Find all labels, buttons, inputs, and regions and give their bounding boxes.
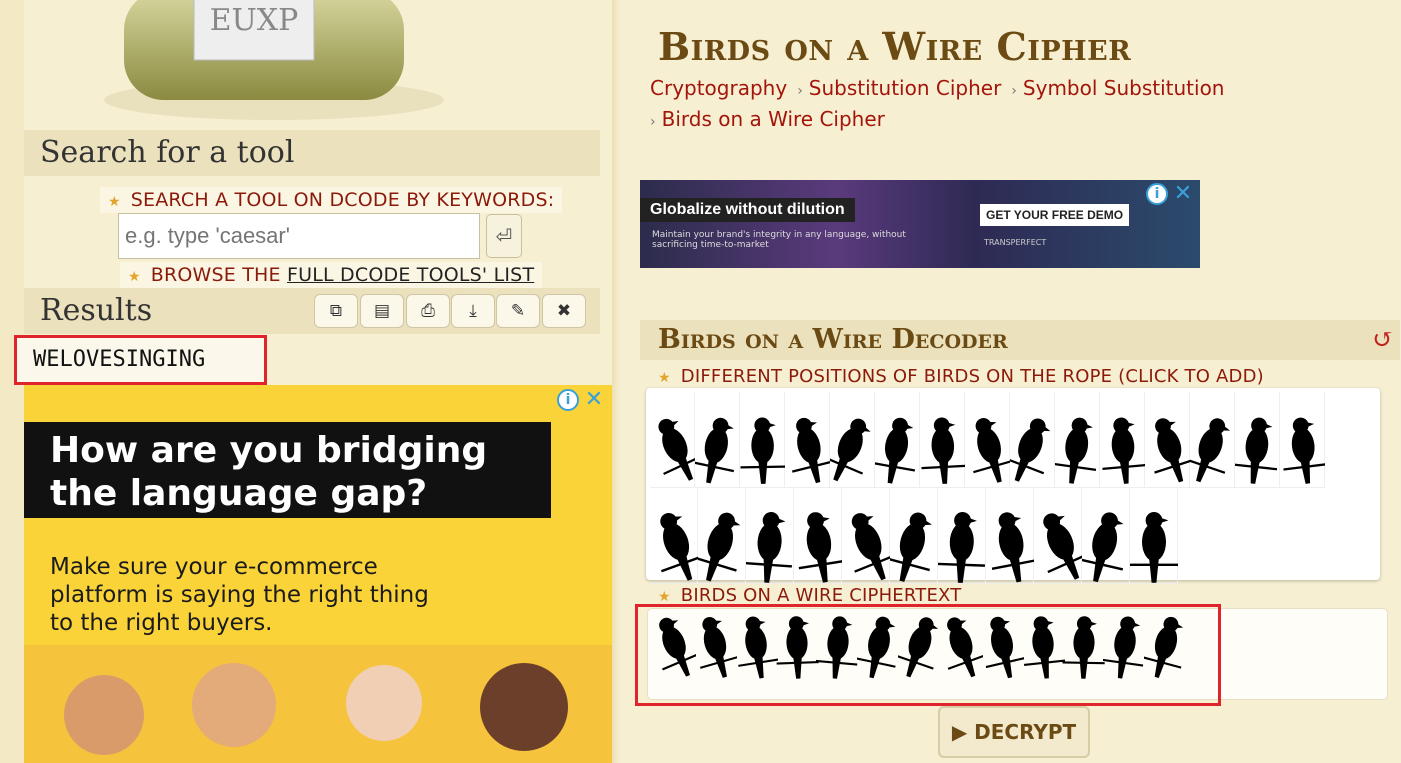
- ciphertext-highlight: [635, 604, 1221, 706]
- star-icon: ★: [658, 370, 671, 386]
- print-button[interactable]: ⎙: [406, 294, 450, 328]
- star-icon: ★: [128, 269, 141, 285]
- bird-symbol-option[interactable]: [986, 488, 1034, 584]
- pin-icon: ✎: [510, 301, 526, 321]
- bird-symbol-option[interactable]: [698, 488, 746, 584]
- decoder-title: Birds on a Wire Decoder ↺: [640, 320, 1400, 360]
- reset-icon[interactable]: ↺: [1372, 320, 1394, 360]
- ad-info-icon[interactable]: i: [557, 389, 579, 411]
- download-button[interactable]: ⤓: [451, 294, 495, 328]
- ad-top-subtext: Maintain your brand's integrity in any l…: [652, 230, 906, 250]
- star-icon: ★: [658, 589, 671, 605]
- ad-people-image: [24, 645, 612, 763]
- download-icon: ⤓: [469, 301, 477, 321]
- ad-banner-left[interactable]: i ✕ How are you bridging the language ga…: [24, 385, 612, 763]
- ad-top-cta[interactable]: GET YOUR FREE DEMO: [980, 204, 1130, 226]
- copy-icon: ⧉: [329, 301, 343, 321]
- bird-palette: [646, 388, 1380, 580]
- cryptex-logo: EUXP: [104, 0, 444, 120]
- bird-symbol-option[interactable]: [1190, 392, 1235, 488]
- left-sidebar: EUXP Search for a tool ★ SEARCH A TOOL ON…: [14, 0, 612, 763]
- search-submit-button[interactable]: ⏎: [486, 214, 522, 258]
- bird-symbol-option[interactable]: [1010, 392, 1055, 488]
- bird-symbol-option[interactable]: [875, 392, 920, 488]
- star-icon: ★: [108, 194, 121, 210]
- search-label: ★ SEARCH A TOOL ON DCODE BY KEYWORDS:: [100, 187, 563, 213]
- bird-symbol-option[interactable]: [1235, 392, 1280, 488]
- search-section-title: Search for a tool: [24, 130, 600, 176]
- result-output: WELOVESINGING: [14, 335, 267, 385]
- pin-button[interactable]: ✎: [496, 294, 540, 328]
- ad-headline: How are you bridging the language gap?: [24, 422, 551, 518]
- ad-top-brand: TRANSPERFECT: [984, 238, 1047, 247]
- bird-symbol-option[interactable]: [920, 392, 965, 488]
- breadcrumb-item-birds[interactable]: Birds on a Wire Cipher: [662, 107, 885, 131]
- breadcrumb: Cryptography › Substitution Cipher › Symbol …: [650, 76, 1225, 100]
- ad-close-icon[interactable]: ✕: [1172, 183, 1194, 205]
- bird-symbol-option[interactable]: [1100, 392, 1145, 488]
- print-preview-button[interactable]: ▤: [360, 294, 404, 328]
- bird-symbol-option[interactable]: [740, 392, 785, 488]
- browse-label: ★ BROWSE THE FULL DCODE TOOLS' LIST: [120, 262, 543, 288]
- copy-button[interactable]: ⧉: [314, 294, 358, 328]
- ad-banner-top[interactable]: Globalize without dilution Maintain your…: [640, 180, 1200, 268]
- bird-symbol-option[interactable]: [794, 488, 842, 584]
- bird-symbol-option[interactable]: [938, 488, 986, 584]
- full-tools-list-link[interactable]: FULL DCODE TOOLS' LIST: [287, 264, 534, 286]
- ad-body: Make sure your e-commerce platform is sa…: [50, 554, 429, 636]
- bird-symbol-option[interactable]: [650, 392, 695, 488]
- bird-symbol-option[interactable]: [785, 392, 830, 488]
- decrypt-button[interactable]: ▶ DECRYPT: [938, 706, 1090, 758]
- bird-symbol-option[interactable]: [1082, 488, 1130, 584]
- bird-symbol-option[interactable]: [650, 488, 698, 584]
- column-divider: [612, 0, 620, 763]
- search-input[interactable]: [118, 213, 480, 259]
- bird-symbol-option[interactable]: [695, 392, 740, 488]
- bird-symbol-option[interactable]: [1034, 488, 1082, 584]
- bird-symbol-option[interactable]: [1130, 488, 1178, 584]
- main-content: Birds on a Wire Cipher Cryptography › Subs…: [620, 0, 1401, 763]
- svg-text:EUXP: EUXP: [210, 3, 299, 38]
- enter-icon: ⏎: [495, 224, 513, 248]
- ad-close-icon[interactable]: ✕: [583, 389, 605, 411]
- bird-symbol-option[interactable]: [842, 488, 890, 584]
- bird-symbol-option[interactable]: [830, 392, 875, 488]
- breadcrumb-item-substitution[interactable]: Substitution Cipher: [809, 76, 1002, 100]
- bird-symbol-option[interactable]: [1145, 392, 1190, 488]
- print-preview-icon: ▤: [373, 301, 391, 321]
- bird-symbol-option[interactable]: [1055, 392, 1100, 488]
- bird-symbol-option[interactable]: [890, 488, 938, 584]
- page-title: Birds on a Wire Cipher: [658, 24, 1132, 69]
- close-results-button[interactable]: ✖: [542, 294, 586, 328]
- ad-top-headline: Globalize without dilution: [640, 198, 855, 222]
- breadcrumb-item-symbol[interactable]: Symbol Substitution: [1023, 76, 1225, 100]
- breadcrumb-item-cryptography[interactable]: Cryptography: [650, 76, 787, 100]
- positions-label: ★ DIFFERENT POSITIONS OF BIRDS ON THE ROP…: [658, 366, 1264, 387]
- close-icon: ✖: [556, 301, 572, 321]
- bird-symbol-option[interactable]: [1280, 392, 1325, 488]
- bird-symbol-option[interactable]: [746, 488, 794, 584]
- print-icon: ⎙: [421, 301, 435, 321]
- breadcrumb-line2: › Birds on a Wire Cipher: [650, 107, 885, 131]
- bird-symbol-option[interactable]: [965, 392, 1010, 488]
- ad-info-icon[interactable]: i: [1146, 183, 1168, 205]
